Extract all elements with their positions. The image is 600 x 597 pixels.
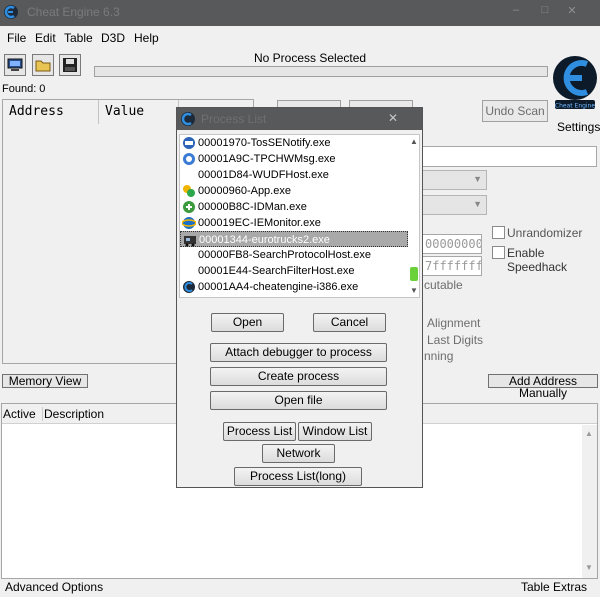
add-address-manually-button[interactable]: Add Address Manually [488,374,598,399]
menu-table[interactable]: Table [64,31,93,45]
start-address-input[interactable]: 00000000 [422,234,482,254]
stop-address-input[interactable]: 7fffffff [422,256,482,276]
ie-icon [182,217,196,229]
process-label: 00000B8C-IDMan.exe [198,201,307,213]
cheat-engine-logo-icon [4,5,18,19]
menu-d3d[interactable]: D3D [101,31,125,45]
scroll-down-icon[interactable]: ▼ [410,286,418,295]
enable-speedhack-checkbox[interactable] [492,246,505,259]
dialog-title-bar[interactable]: Process List ✕ [177,108,422,130]
process-label: 00001A9C-TPCHWMsg.exe [198,153,336,165]
menu-help[interactable]: Help [134,31,159,45]
tos-icon [183,137,195,149]
menu-edit[interactable]: Edit [35,31,56,45]
column-header-active[interactable]: Active [3,407,36,421]
process-label: 00001AA4-cheatengine-i386.exe [198,281,359,293]
alignment-label: Alignment [427,316,481,330]
process-list-item[interactable]: 00000960-App.exe [180,183,408,199]
scan-type-select[interactable]: ▼ [422,170,487,190]
dialog-title: Process List [201,112,267,126]
chevron-down-icon: ▼ [473,199,482,209]
column-header-value[interactable]: Value [99,100,179,124]
scroll-down-icon[interactable]: ▼ [585,563,593,572]
process-list-dialog: Process List ✕ ▲ ▼ 00001970-TosSENotify.… [176,107,423,488]
logo-text: Cheat Engine [555,103,595,110]
column-header-description[interactable]: Description [42,407,104,421]
undo-scan-button[interactable]: Undo Scan [482,100,548,122]
table-extras-link[interactable]: Table Extras [521,580,587,594]
process-list-item[interactable]: 00001A9C-TPCHWMsg.exe [180,151,408,167]
column-header-address[interactable]: Address [3,100,99,124]
scan-progress-bar [94,66,548,77]
process-list-item[interactable]: 00001AA4-cheatengine-i386.exe [180,279,408,295]
minimize-button[interactable]: – [508,4,524,16]
cheat-engine-logo-icon [181,112,195,126]
executable-label: cutable [424,278,463,292]
process-list-item[interactable]: 00000B8C-IDMan.exe [180,199,408,215]
settings-link[interactable]: Settings [557,120,600,134]
process-list-item[interactable]: 00001E44-SearchFilterHost.exe [180,263,408,279]
process-list-item[interactable]: 00001D84-WUDFHost.exe [180,167,408,183]
enable-speedhack-label: Enable Speedhack [507,246,568,274]
folder-icon [35,60,51,72]
process-label: 00000960-App.exe [198,185,291,197]
memory-view-button[interactable]: Memory View [2,374,88,388]
unrandomizer-label: Unrandomizer [507,226,583,240]
open-process-button[interactable] [4,54,26,76]
address-list-scrollbar[interactable]: ▲ ▼ [582,425,597,578]
computer-icon [7,58,23,71]
unrandomizer-checkbox[interactable] [492,226,505,239]
process-label: No Process Selected [254,51,367,65]
value-type-select[interactable]: ▼ [422,195,487,215]
title-bar[interactable]: Cheat Engine 6.3 – □ ✕ [0,0,600,26]
process-list-item[interactable]: 000019EC-IEMonitor.exe [180,215,408,231]
window-list-tab-button[interactable]: Window List [298,422,372,441]
scroll-thumb[interactable] [410,267,418,281]
process-list-scrollbar[interactable]: ▲ ▼ [408,135,419,297]
cheat-engine-settings-logo-icon[interactable]: Cheat Engine [551,50,599,114]
process-listbox[interactable]: ▲ ▼ 00001970-TosSENotify.exe 00001A9C-TPC… [179,134,420,298]
close-button[interactable]: ✕ [564,4,580,17]
maximize-button[interactable]: □ [537,4,553,16]
process-label: 00001E44-SearchFilterHost.exe [198,265,355,277]
process-label: 00001970-TosSENotify.exe [198,137,331,149]
attach-debugger-button[interactable]: Attach debugger to process [210,343,387,362]
process-label: 00001D84-WUDFHost.exe [198,169,329,181]
tpc-icon [183,153,195,165]
open-button[interactable]: Open [211,313,284,332]
open-file-button[interactable]: Open file [210,391,387,410]
value-input[interactable] [422,146,597,167]
open-file-button[interactable] [32,54,54,76]
scroll-up-icon[interactable]: ▲ [410,137,418,146]
save-button[interactable] [59,54,81,76]
idm-icon [183,201,195,213]
scroll-up-icon[interactable]: ▲ [585,429,593,438]
last-digits-label: Last Digits [427,333,484,347]
process-list-long-button[interactable]: Process List(long) [234,467,362,486]
menu-bar: File Edit Table D3D Help [0,28,600,48]
cheatengine-icon [183,281,195,293]
advanced-options-link[interactable]: Advanced Options [5,580,103,594]
process-list-item[interactable]: 00000FB8-SearchProtocolHost.exe [180,247,408,263]
truck-icon [184,236,196,247]
window-title: Cheat Engine 6.3 [27,5,120,19]
chevron-down-icon: ▼ [473,174,482,184]
scanning-label: nning [424,349,454,363]
network-button[interactable]: Network [262,444,335,463]
app-icon [183,185,195,197]
dialog-close-button[interactable]: ✕ [388,111,398,125]
process-label: 00000FB8-SearchProtocolHost.exe [198,249,372,261]
floppy-icon [63,58,77,72]
process-list-item[interactable]: 00001970-TosSENotify.exe [180,135,408,151]
cancel-button[interactable]: Cancel [313,313,386,332]
found-count: Found: 0 [2,83,46,95]
create-process-button[interactable]: Create process [210,367,387,386]
process-list-tab-button[interactable]: Process List [223,422,296,441]
process-list-item[interactable]: 00001344-eurotrucks2.exe [180,231,408,247]
menu-file[interactable]: File [7,31,26,45]
process-label: 000019EC-IEMonitor.exe [198,217,321,229]
process-label: 00001344-eurotrucks2.exe [199,234,330,246]
